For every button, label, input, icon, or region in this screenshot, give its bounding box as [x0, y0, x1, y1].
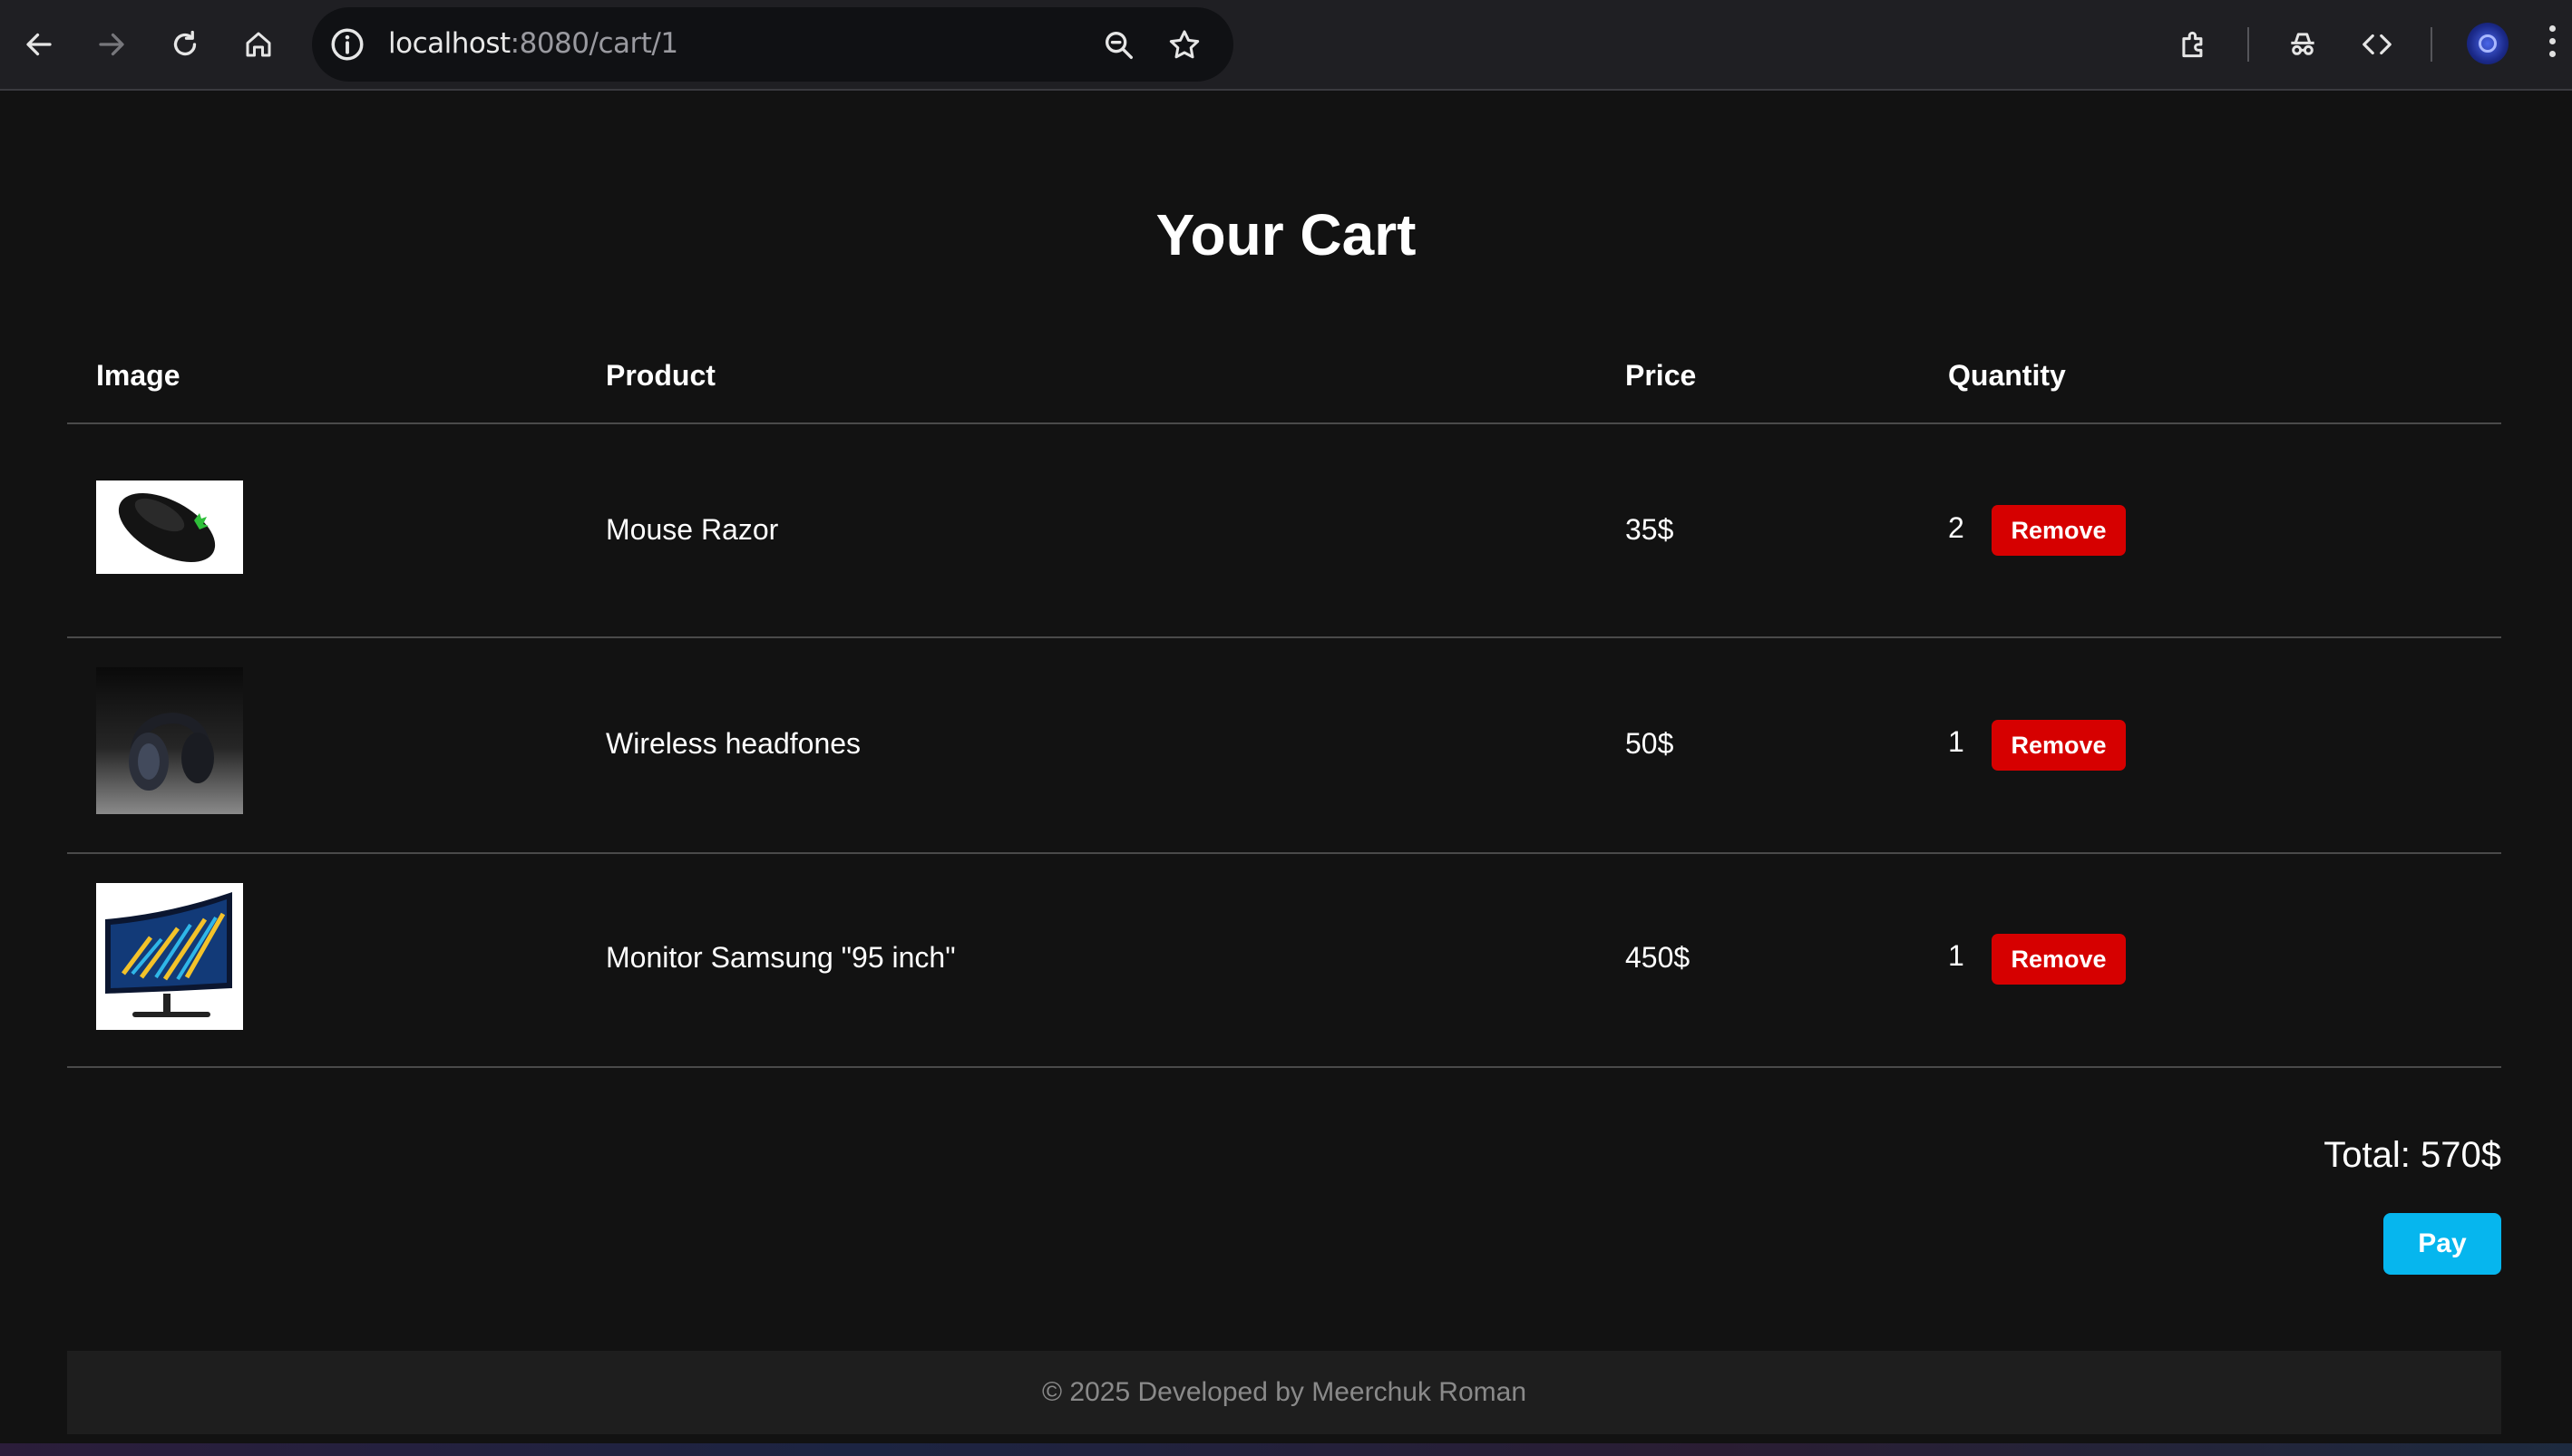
- reload-button[interactable]: [161, 20, 209, 69]
- back-button[interactable]: [15, 20, 63, 69]
- product-name: Mouse Razor: [606, 513, 779, 546]
- mouse-image: [118, 493, 216, 562]
- column-header-price: Price: [1625, 359, 1697, 392]
- column-header-image: Image: [96, 359, 180, 392]
- product-name: Wireless headfones: [606, 727, 862, 760]
- table-divider: [67, 1066, 2501, 1068]
- footer-text: © 2025 Developed by Meerchuk Roman: [1041, 1377, 1527, 1407]
- url-path: :8080/cart/1: [510, 27, 678, 60]
- headphones-image: [129, 713, 214, 791]
- column-header-quantity: Quantity: [1948, 359, 2066, 392]
- table-divider: [67, 636, 2501, 638]
- home-icon: [246, 32, 271, 57]
- product-image-headphones: [96, 667, 243, 814]
- reload-icon: [173, 30, 197, 56]
- toolbar-divider: [2431, 27, 2432, 62]
- window-bottom-edge: [0, 1443, 2572, 1456]
- url-host: localhost: [388, 27, 511, 60]
- code-brackets-icon: [2363, 34, 2392, 55]
- browser-menu-icon[interactable]: [2545, 25, 2559, 63]
- arrow-right-icon: [99, 33, 124, 56]
- product-quantity: 2: [1948, 511, 1964, 544]
- product-name: Monitor Samsung "95 inch": [606, 941, 956, 974]
- arrow-left-icon: [26, 33, 52, 56]
- product-price: 50$: [1625, 727, 1674, 760]
- column-header-product: Product: [606, 359, 716, 392]
- remove-button[interactable]: Remove: [1992, 505, 2126, 556]
- home-button[interactable]: [234, 20, 283, 69]
- page-footer: © 2025 Developed by Meerchuk Roman: [67, 1351, 2501, 1434]
- url-text[interactable]: localhost:8080/cart/1: [388, 27, 678, 60]
- extensions-button[interactable]: [2169, 20, 2218, 69]
- site-info-icon[interactable]: [328, 25, 366, 63]
- avatar-icon: [2479, 34, 2497, 53]
- cart-total: Total: 570$: [2324, 1135, 2501, 1175]
- product-image-monitor: [96, 883, 243, 1030]
- incognito-button[interactable]: [2278, 20, 2327, 69]
- remove-button[interactable]: Remove: [1992, 720, 2126, 771]
- puzzle-icon: [2182, 31, 2203, 58]
- bookmark-star-icon[interactable]: [1166, 27, 1203, 63]
- table-divider: [67, 852, 2501, 854]
- remove-button[interactable]: Remove: [1992, 934, 2126, 985]
- address-bar[interactable]: localhost:8080/cart/1: [312, 7, 1233, 82]
- pay-button[interactable]: Pay: [2383, 1213, 2501, 1275]
- product-quantity: 1: [1948, 939, 1964, 972]
- table-divider: [67, 422, 2501, 424]
- product-quantity: 1: [1948, 725, 1964, 758]
- toolbar-divider: [2247, 27, 2249, 62]
- monitor-image: [105, 892, 232, 1017]
- product-price: 450$: [1625, 941, 1690, 974]
- page-title: Your Cart: [1155, 202, 1417, 267]
- browser-toolbar: localhost:8080/cart/1: [0, 0, 2572, 91]
- product-price: 35$: [1625, 513, 1674, 546]
- forward-button[interactable]: [87, 20, 136, 69]
- profile-avatar[interactable]: [2467, 23, 2509, 64]
- devtools-button[interactable]: [2353, 20, 2402, 69]
- product-image-mouse: [96, 480, 243, 574]
- zoom-icon[interactable]: [1101, 27, 1137, 63]
- incognito-icon: [2291, 33, 2314, 55]
